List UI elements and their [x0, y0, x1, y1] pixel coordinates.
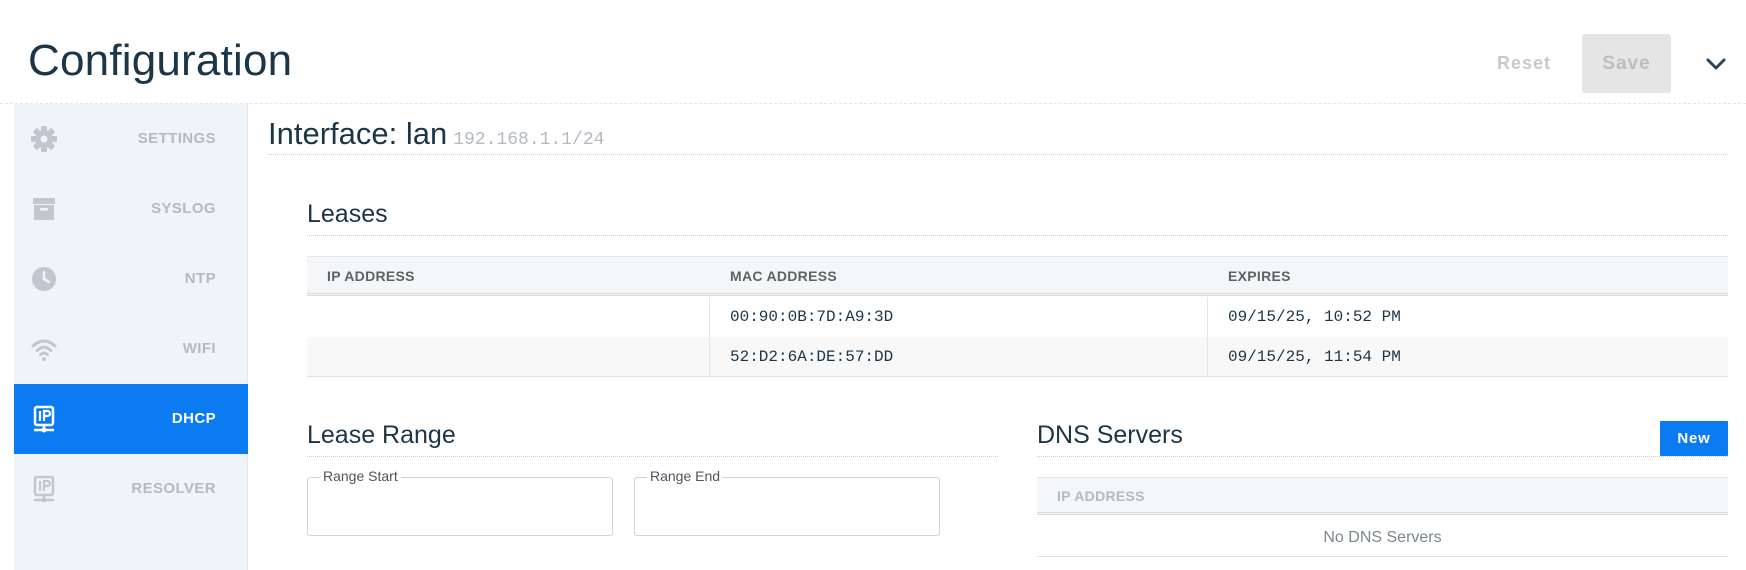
range-end-field[interactable]: Range End: [634, 468, 940, 536]
range-start-label: Range Start: [320, 468, 401, 484]
range-start-input[interactable]: [318, 496, 592, 513]
clock-icon: [30, 265, 58, 293]
range-end-label: Range End: [647, 468, 724, 484]
sidebar-item-label: NTP: [184, 270, 216, 287]
table-row: 00:90:0B:7D:A9:3D 09/15/25, 10:52 PM: [307, 297, 1728, 337]
sidebar-item-settings[interactable]: SETTINGS: [14, 104, 248, 174]
lease-range-title: Lease Range: [307, 421, 456, 449]
divider: [1037, 456, 1728, 457]
lease-mac: 00:90:0B:7D:A9:3D: [730, 308, 894, 326]
range-end-input[interactable]: [645, 496, 919, 513]
sidebar-item-resolver[interactable]: RESOLVER: [14, 454, 248, 524]
reset-button[interactable]: Reset: [1478, 34, 1570, 92]
ip-network-icon: [30, 405, 58, 433]
sidebar-item-ntp[interactable]: NTP: [14, 244, 248, 314]
divider: [307, 456, 998, 457]
leases-table-header: IP ADDRESS MAC ADDRESS EXPIRES: [307, 256, 1728, 296]
column-header-ip: IP ADDRESS: [327, 268, 415, 284]
divider: [307, 376, 1728, 377]
sidebar-item-label: DHCP: [171, 410, 216, 427]
divider: [1037, 556, 1728, 557]
table-row: 52:D2:6A:DE:57:DD 09/15/25, 11:54 PM: [307, 337, 1728, 377]
wifi-icon: [30, 335, 58, 363]
sidebar: SETTINGS SYSLOG NTP WIFI DHCP RESOLVER: [14, 104, 248, 570]
lease-mac: 52:D2:6A:DE:57:DD: [730, 348, 894, 366]
column-header-ip: IP ADDRESS: [1057, 488, 1145, 504]
column-header-expires: EXPIRES: [1228, 268, 1291, 284]
page-title: Configuration: [28, 36, 293, 85]
column-divider: [709, 297, 710, 377]
sidebar-item-label: SETTINGS: [137, 130, 216, 147]
column-header-mac: MAC ADDRESS: [730, 268, 838, 284]
interface-name: Interface: lan: [268, 116, 448, 151]
range-start-field[interactable]: Range Start: [307, 468, 613, 536]
sidebar-item-label: WIFI: [182, 340, 216, 357]
column-divider: [1207, 297, 1208, 377]
dns-servers-title: DNS Servers: [1037, 421, 1183, 449]
interface-title: Interface: lan 192.168.1.1/24: [268, 116, 604, 152]
divider: [307, 235, 1728, 236]
gear-icon: [30, 125, 58, 153]
ip-network-icon: [30, 475, 58, 503]
save-button[interactable]: Save: [1582, 34, 1671, 93]
lease-expires: 09/15/25, 10:52 PM: [1228, 308, 1401, 326]
leases-title: Leases: [307, 200, 388, 228]
chevron-down-icon[interactable]: [1700, 48, 1732, 80]
sidebar-item-dhcp[interactable]: DHCP: [14, 384, 248, 454]
page-header: Configuration Reset Save: [0, 0, 1746, 104]
sidebar-item-wifi[interactable]: WIFI: [14, 314, 248, 384]
dns-table-header: IP ADDRESS: [1037, 477, 1728, 515]
archive-box-icon: [30, 195, 58, 223]
empty-state-text: No DNS Servers: [1323, 529, 1442, 546]
sidebar-item-label: RESOLVER: [131, 480, 216, 497]
lease-expires: 09/15/25, 11:54 PM: [1228, 348, 1401, 366]
sidebar-item-label: SYSLOG: [151, 200, 216, 217]
divider: [268, 154, 1728, 155]
new-dns-server-button[interactable]: New: [1660, 421, 1728, 456]
sidebar-item-syslog[interactable]: SYSLOG: [14, 174, 248, 244]
interface-address: 192.168.1.1/24: [453, 130, 605, 150]
